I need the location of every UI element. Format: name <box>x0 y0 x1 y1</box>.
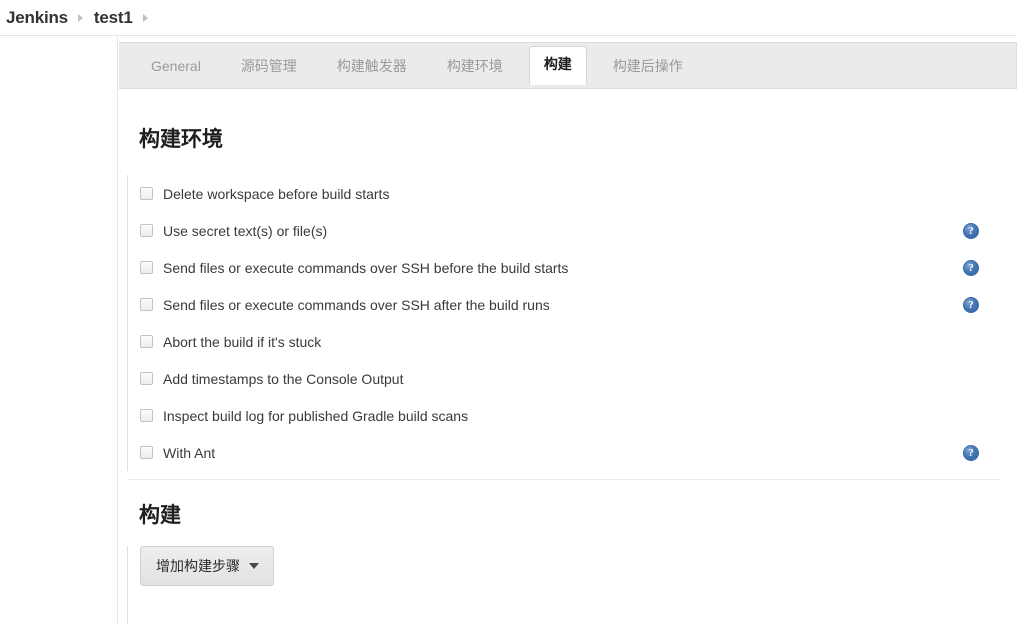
option-label: With Ant <box>163 444 216 461</box>
chevron-right-icon <box>68 13 94 22</box>
help-icon[interactable]: ? <box>963 444 979 461</box>
help-icon[interactable]: ? <box>963 259 979 276</box>
content-area: General 源码管理 构建触发器 构建环境 构建 构建后操作 构建环境 De… <box>119 36 1017 624</box>
option-label: Send files or execute commands over SSH … <box>163 259 569 276</box>
checkbox-add-timestamps[interactable] <box>140 372 153 385</box>
option-row-ssh-after-build[interactable]: Send files or execute commands over SSH … <box>140 286 997 323</box>
checkbox-use-secret-text[interactable] <box>140 224 153 237</box>
breadcrumb-item-test1[interactable]: test1 <box>94 8 133 28</box>
section-divider <box>127 479 1001 480</box>
option-label: Use secret text(s) or file(s) <box>163 222 328 239</box>
checkbox-with-ant[interactable] <box>140 446 153 459</box>
option-row-ssh-before-build[interactable]: Send files or execute commands over SSH … <box>140 249 997 286</box>
checkbox-ssh-before-build[interactable] <box>140 261 153 274</box>
option-label: Delete workspace before build starts <box>163 185 390 202</box>
build-heading: 构建 <box>139 504 181 527</box>
checkbox-inspect-gradle-scans[interactable] <box>140 409 153 422</box>
checkbox-abort-if-stuck[interactable] <box>140 335 153 348</box>
option-row-abort-if-stuck[interactable]: Abort the build if it's stuck <box>140 323 997 360</box>
tab-build-triggers[interactable]: 构建触发器 <box>323 50 421 85</box>
option-label: Add timestamps to the Console Output <box>163 370 404 387</box>
option-label: Send files or execute commands over SSH … <box>163 296 550 313</box>
help-icon[interactable]: ? <box>963 296 979 313</box>
option-row-delete-workspace[interactable]: Delete workspace before build starts <box>140 175 997 212</box>
tab-build[interactable]: 构建 <box>528 46 587 85</box>
add-build-step-label: 增加构建步骤 <box>156 558 240 574</box>
help-icon[interactable]: ? <box>963 222 979 239</box>
tab-post-build-actions[interactable]: 构建后操作 <box>599 50 697 85</box>
tab-general[interactable]: General <box>137 50 215 85</box>
option-label: Abort the build if it's stuck <box>163 333 322 350</box>
option-label: Inspect build log for published Gradle b… <box>163 407 469 424</box>
chevron-down-icon <box>249 563 259 569</box>
option-row-use-secret-text[interactable]: Use secret text(s) or file(s) ? <box>140 212 997 249</box>
config-main-pane: 构建环境 Delete workspace before build start… <box>119 89 1017 624</box>
add-build-step-container: 增加构建步骤 <box>127 546 274 624</box>
option-row-inspect-gradle-scans[interactable]: Inspect build log for published Gradle b… <box>140 397 997 434</box>
build-environment-option-list: Delete workspace before build starts Use… <box>127 175 997 471</box>
side-rail <box>0 36 118 624</box>
option-row-add-timestamps[interactable]: Add timestamps to the Console Output <box>140 360 997 397</box>
breadcrumb-item-jenkins[interactable]: Jenkins <box>6 8 68 28</box>
tab-build-environment[interactable]: 构建环境 <box>433 50 517 85</box>
config-tab-bar: General 源码管理 构建触发器 构建环境 构建 构建后操作 <box>119 42 1017 89</box>
checkbox-ssh-after-build[interactable] <box>140 298 153 311</box>
breadcrumb-bar: Jenkins test1 <box>0 0 1017 36</box>
chevron-right-icon-2[interactable] <box>133 13 159 22</box>
add-build-step-button[interactable]: 增加构建步骤 <box>140 546 274 586</box>
option-row-with-ant[interactable]: With Ant ? <box>140 434 997 471</box>
checkbox-delete-workspace[interactable] <box>140 187 153 200</box>
page-body: General 源码管理 构建触发器 构建环境 构建 构建后操作 构建环境 De… <box>0 36 1017 624</box>
tab-source-code-management[interactable]: 源码管理 <box>227 50 311 85</box>
build-environment-heading: 构建环境 <box>139 128 223 151</box>
